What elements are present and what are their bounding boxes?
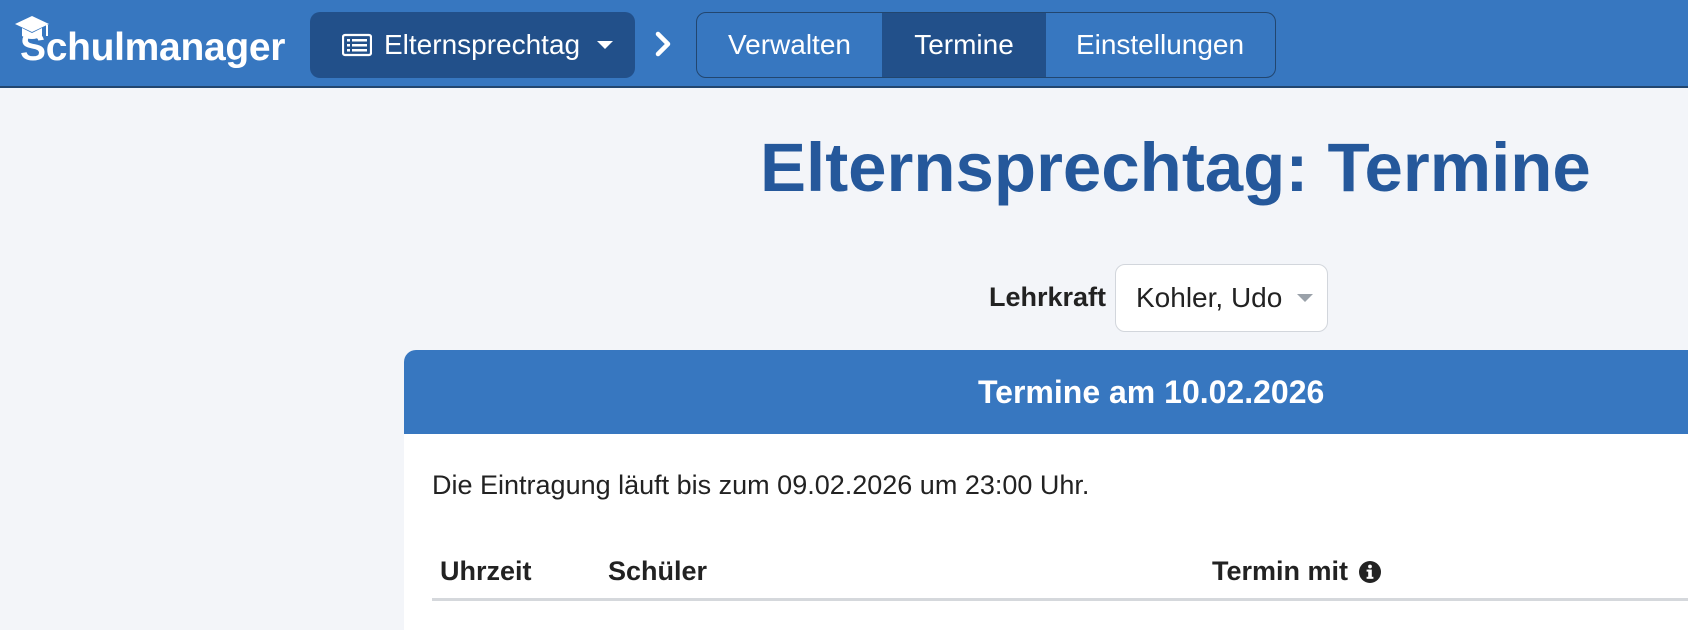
column-header-student: Schüler (608, 556, 708, 586)
chevron-right-icon (655, 31, 671, 57)
module-dropdown-label: Elternsprechtag (384, 29, 581, 60)
tab-termine[interactable]: Termine (882, 13, 1046, 77)
teacher-label: Lehrkraft (988, 282, 1106, 312)
list-icon (342, 33, 372, 57)
column-header-appointment-with: Termin mit (1212, 556, 1382, 587)
module-dropdown[interactable]: Elternsprechtag (310, 12, 635, 78)
info-circle-icon[interactable] (1358, 560, 1382, 584)
card-title: Termine am 10.02.2026 (978, 373, 1325, 410)
brand-name: Schulmanager (20, 26, 286, 69)
tab-einstellungen[interactable]: Einstellungen (1046, 13, 1274, 77)
caret-down-icon (597, 41, 614, 49)
brand-logo[interactable]: Schulmanager (12, 14, 286, 74)
module-nav-tabs: Verwalten Termine Einstellungen (696, 12, 1276, 78)
column-header-time: Uhrzeit (440, 556, 532, 586)
caret-down-icon (1297, 294, 1314, 302)
teacher-select[interactable]: Kohler, Udo (1115, 264, 1328, 332)
card-header: Termine am 10.02.2026 (404, 350, 1688, 434)
teacher-select-value: Kohler, Udo (1136, 282, 1283, 313)
page-title: Elternsprechtag: Termine (760, 129, 1591, 206)
table-header-divider (432, 598, 1688, 601)
deadline-text: Die Eintragung läuft bis zum 09.02.2026 … (432, 470, 1090, 500)
column-header-appointment-with-label: Termin mit (1212, 556, 1349, 586)
tab-verwalten[interactable]: Verwalten (697, 13, 882, 77)
top-navbar: Schulmanager Elternsprechtag Verwalten T… (0, 0, 1688, 88)
appointments-card: Termine am 10.02.2026 Die Eintragung läu… (404, 350, 1688, 630)
